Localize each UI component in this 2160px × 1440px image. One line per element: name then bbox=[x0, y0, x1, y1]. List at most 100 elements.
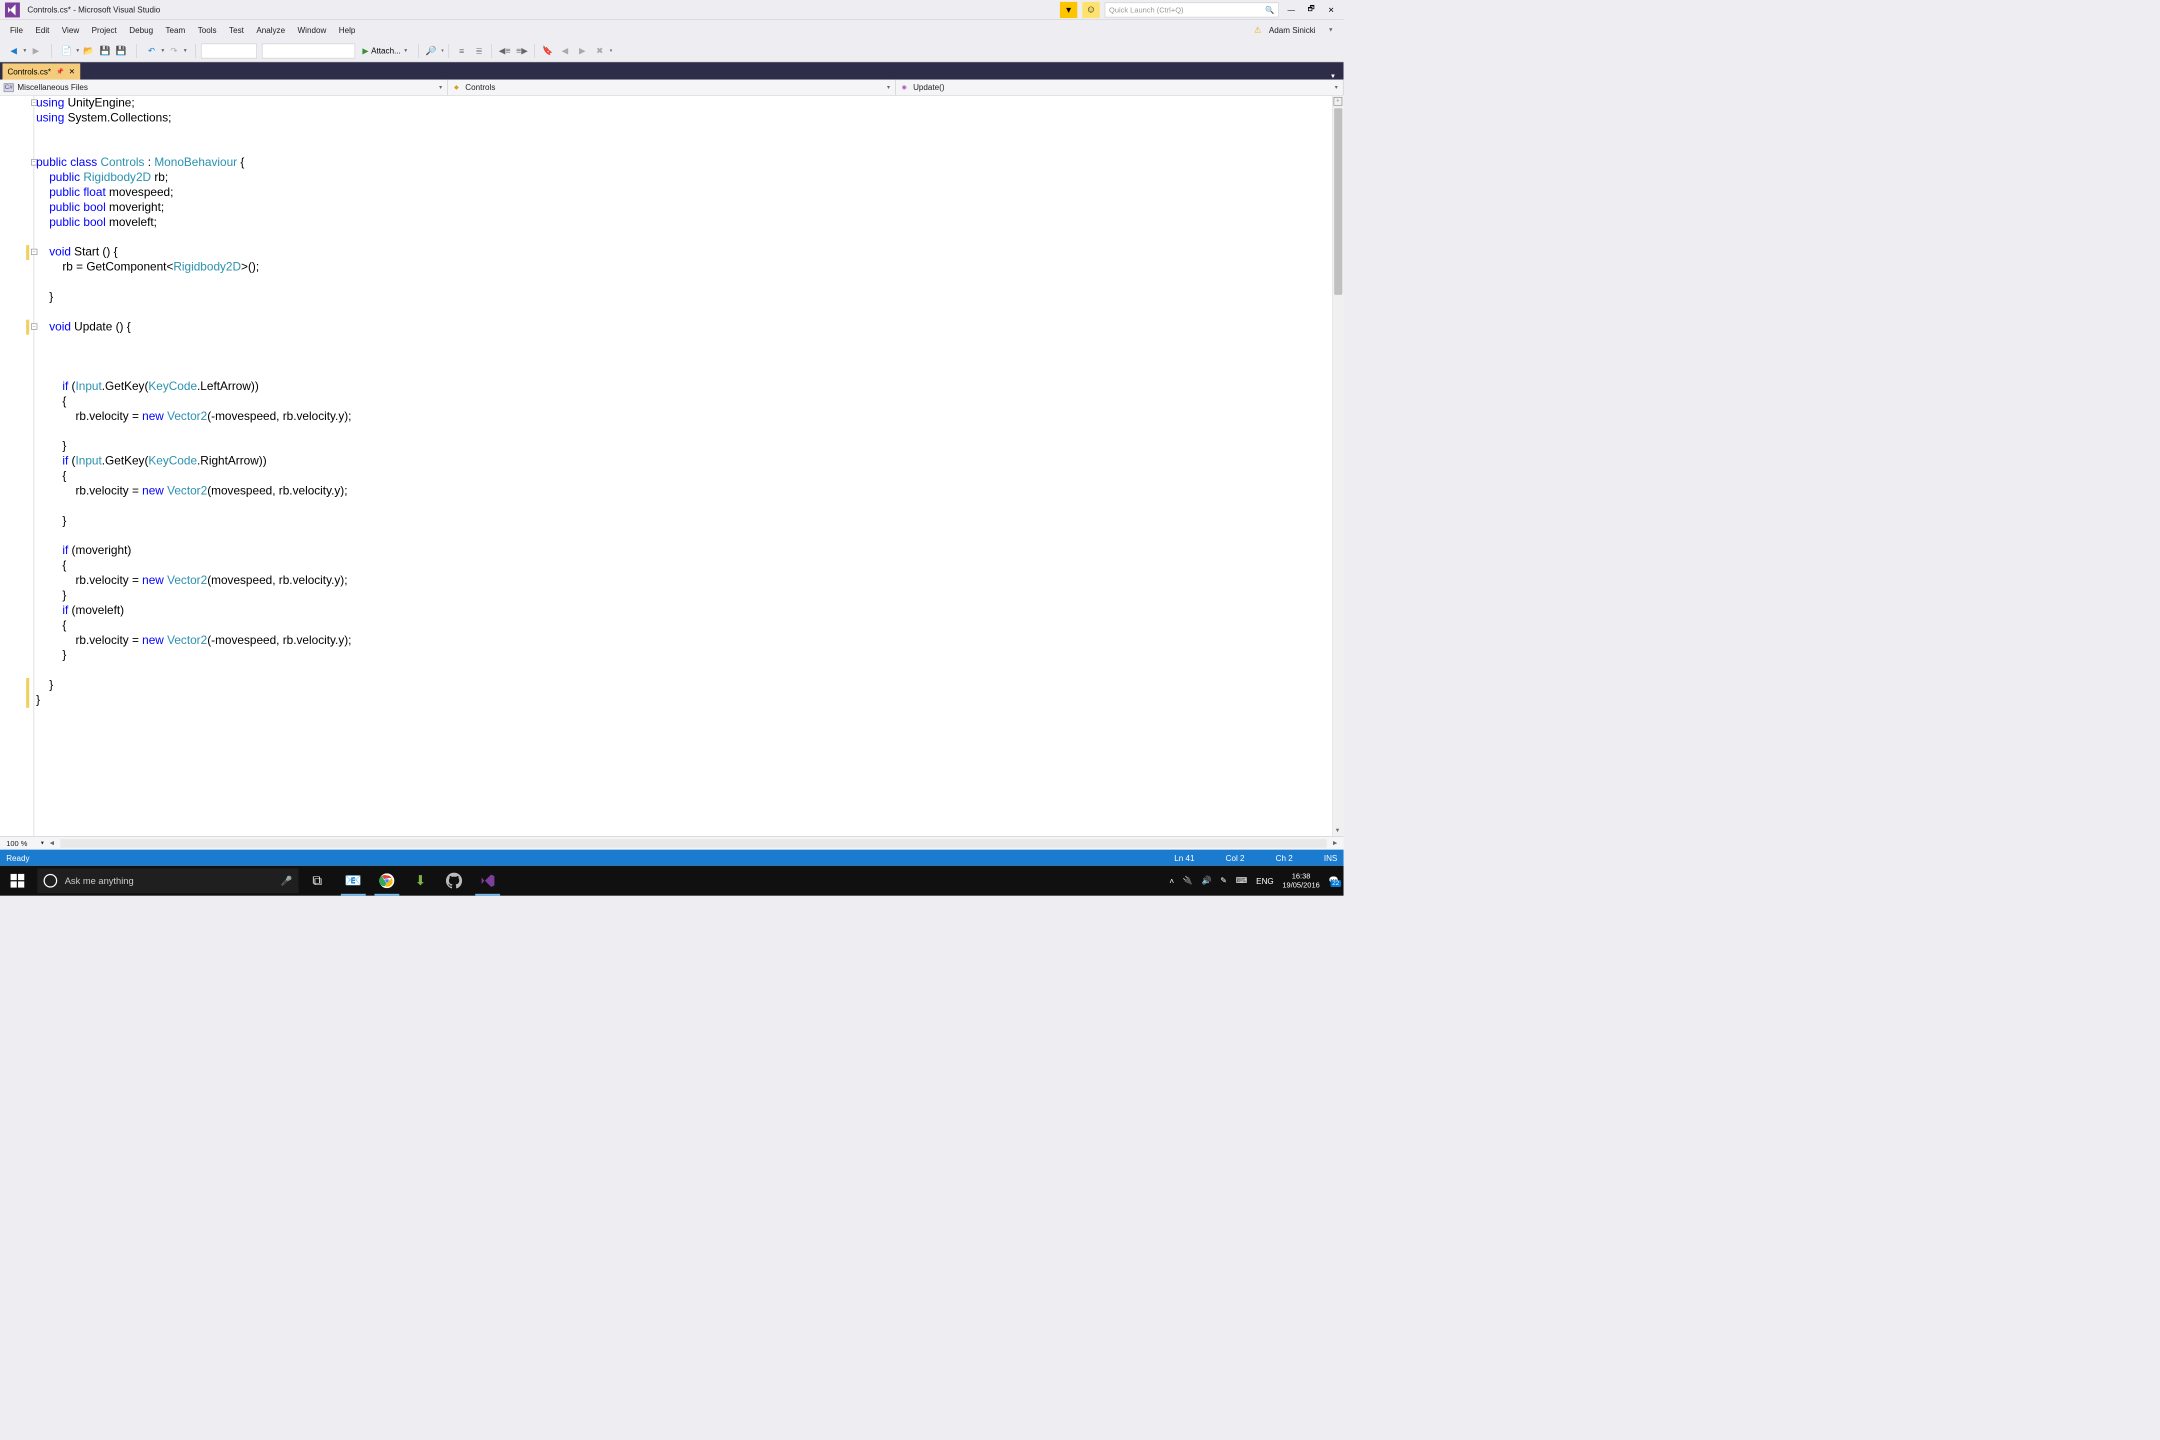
code-line[interactable]: if (moveright) bbox=[36, 544, 1330, 559]
tray-clock[interactable]: 16:38 19/05/2016 bbox=[1282, 871, 1319, 890]
menu-edit[interactable]: Edit bbox=[29, 21, 55, 38]
redo-button[interactable]: ↷ bbox=[167, 43, 182, 58]
code-line[interactable]: } bbox=[36, 678, 1330, 693]
code-line[interactable]: rb.velocity = new Vector2(movespeed, rb.… bbox=[36, 573, 1330, 588]
tray-power-icon[interactable]: 🔌 bbox=[1183, 876, 1193, 886]
taskbar-outlook-icon[interactable]: 📧 bbox=[337, 866, 369, 896]
code-line[interactable]: public bool moveright; bbox=[36, 200, 1330, 215]
next-bookmark-button[interactable]: ▶ bbox=[575, 43, 590, 58]
editor-gutter[interactable]: − − − − bbox=[0, 96, 34, 836]
solution-platform-dropdown[interactable] bbox=[262, 43, 355, 58]
code-line[interactable] bbox=[36, 126, 1330, 141]
comment-button[interactable]: ≡ bbox=[454, 43, 469, 58]
taskbar-visualstudio-icon[interactable] bbox=[471, 866, 503, 896]
tray-pen-icon[interactable]: ✎ bbox=[1220, 876, 1227, 886]
taskbar-downloads-icon[interactable]: ⬇ bbox=[404, 866, 436, 896]
minimize-button[interactable]: — bbox=[1284, 2, 1299, 17]
microphone-icon[interactable]: 🎤 bbox=[281, 875, 293, 886]
save-all-button[interactable]: 💾 bbox=[114, 43, 129, 58]
code-line[interactable]: if (moveleft) bbox=[36, 603, 1330, 618]
signed-in-user[interactable]: Adam Sinicki bbox=[1265, 23, 1324, 37]
code-line[interactable]: using UnityEngine; bbox=[36, 96, 1330, 111]
open-file-button[interactable]: 📂 bbox=[81, 43, 96, 58]
code-line[interactable] bbox=[36, 424, 1330, 439]
code-line[interactable]: if (Input.GetKey(KeyCode.RightArrow)) bbox=[36, 454, 1330, 469]
attach-button[interactable]: ▶ Attach... ▼ bbox=[357, 43, 413, 58]
code-line[interactable] bbox=[36, 663, 1330, 678]
menu-file[interactable]: File bbox=[4, 21, 29, 38]
maximize-button[interactable]: 🗗 bbox=[1304, 2, 1319, 17]
code-line[interactable]: { bbox=[36, 469, 1330, 484]
menu-project[interactable]: Project bbox=[85, 21, 123, 38]
user-dropdown-icon[interactable]: ▼ bbox=[1328, 27, 1334, 33]
prev-bookmark-button[interactable]: ◀ bbox=[558, 43, 573, 58]
code-line[interactable]: public float movespeed; bbox=[36, 185, 1330, 200]
save-button[interactable]: 💾 bbox=[98, 43, 113, 58]
document-tab-controls[interactable]: Controls.cs* 📌 ✕ bbox=[2, 63, 79, 79]
member-dropdown[interactable]: ◉ Update() bbox=[896, 80, 1344, 96]
code-line[interactable]: { bbox=[36, 618, 1330, 633]
code-line[interactable]: } bbox=[36, 693, 1330, 708]
nav-forward-button[interactable]: ▶ bbox=[29, 43, 44, 58]
code-line[interactable]: { bbox=[36, 394, 1330, 409]
menu-analyze[interactable]: Analyze bbox=[250, 21, 291, 38]
code-line[interactable] bbox=[36, 529, 1330, 544]
tray-language[interactable]: ENG bbox=[1256, 876, 1274, 885]
code-line[interactable]: } bbox=[36, 648, 1330, 663]
new-project-button[interactable]: 📄 bbox=[59, 43, 74, 58]
close-tab-icon[interactable]: ✕ bbox=[69, 67, 75, 76]
code-line[interactable]: using System.Collections; bbox=[36, 111, 1330, 126]
code-line[interactable] bbox=[36, 275, 1330, 290]
code-line[interactable]: rb.velocity = new Vector2(-movespeed, rb… bbox=[36, 409, 1330, 424]
code-line[interactable] bbox=[36, 499, 1330, 514]
tab-overflow-icon[interactable]: ▼ bbox=[1325, 73, 1341, 80]
code-editor[interactable]: − − − − using UnityEngine;using System.C… bbox=[0, 96, 1344, 836]
code-line[interactable] bbox=[36, 305, 1330, 320]
code-line[interactable]: if (Input.GetKey(KeyCode.LeftArrow)) bbox=[36, 379, 1330, 394]
code-line[interactable]: public bool moveleft; bbox=[36, 215, 1330, 230]
code-line[interactable]: public Rigidbody2D rb; bbox=[36, 170, 1330, 185]
notifications-flag-icon[interactable]: ▾ bbox=[1060, 2, 1077, 18]
quick-launch-input[interactable]: Quick Launch (Ctrl+Q) 🔍 bbox=[1105, 2, 1279, 17]
menu-team[interactable]: Team bbox=[159, 21, 191, 38]
code-line[interactable]: rb.velocity = new Vector2(movespeed, rb.… bbox=[36, 484, 1330, 499]
nav-back-button[interactable]: ◀ bbox=[6, 43, 21, 58]
code-line[interactable]: } bbox=[36, 439, 1330, 454]
code-line[interactable]: } bbox=[36, 588, 1330, 603]
split-view-icon[interactable]: ÷ bbox=[1334, 97, 1343, 106]
scrollbar-thumb[interactable] bbox=[1334, 108, 1342, 295]
code-line[interactable] bbox=[36, 335, 1330, 350]
task-view-button[interactable]: ⧉ bbox=[301, 866, 333, 896]
menu-tools[interactable]: Tools bbox=[192, 21, 223, 38]
start-button[interactable] bbox=[0, 866, 35, 896]
find-button[interactable]: 🔎 bbox=[424, 43, 439, 58]
code-line[interactable] bbox=[36, 350, 1330, 365]
scope-dropdown[interactable]: C# Miscellaneous Files bbox=[0, 80, 448, 96]
vertical-scrollbar[interactable]: ÷ ▲ ▼ bbox=[1332, 96, 1343, 836]
solution-config-dropdown[interactable] bbox=[201, 43, 257, 58]
code-line[interactable]: { bbox=[36, 559, 1330, 574]
pin-icon[interactable]: 📌 bbox=[56, 68, 64, 75]
menu-test[interactable]: Test bbox=[223, 21, 250, 38]
menu-debug[interactable]: Debug bbox=[123, 21, 159, 38]
bookmark-button[interactable]: 🔖 bbox=[540, 43, 555, 58]
code-line[interactable] bbox=[36, 364, 1330, 379]
tray-volume-icon[interactable]: 🔊 bbox=[1202, 876, 1212, 886]
cortana-search-input[interactable]: Ask me anything 🎤 bbox=[37, 868, 298, 893]
action-center-icon[interactable]: 💬 bbox=[1328, 876, 1338, 886]
menu-view[interactable]: View bbox=[56, 21, 86, 38]
code-line[interactable]: rb = GetComponent<Rigidbody2D>(); bbox=[36, 260, 1330, 275]
uncomment-button[interactable]: ≣ bbox=[472, 43, 487, 58]
clear-bookmarks-button[interactable]: ✖ bbox=[592, 43, 607, 58]
tray-chevron-icon[interactable]: ˄ bbox=[1169, 876, 1174, 885]
code-line[interactable]: void Update () { bbox=[36, 320, 1330, 335]
type-dropdown[interactable]: ◆ Controls bbox=[448, 80, 896, 96]
code-text-area[interactable]: using UnityEngine;using System.Collectio… bbox=[34, 96, 1333, 836]
close-button[interactable]: ✕ bbox=[1324, 2, 1339, 17]
indent-more-button[interactable]: ≡▶ bbox=[515, 43, 530, 58]
undo-button[interactable]: ↶ bbox=[144, 43, 159, 58]
tray-keyboard-icon[interactable]: ⌨ bbox=[1236, 876, 1248, 886]
menu-help[interactable]: Help bbox=[333, 21, 362, 38]
code-line[interactable]: } bbox=[36, 290, 1330, 305]
taskbar-chrome-icon[interactable] bbox=[371, 866, 403, 896]
